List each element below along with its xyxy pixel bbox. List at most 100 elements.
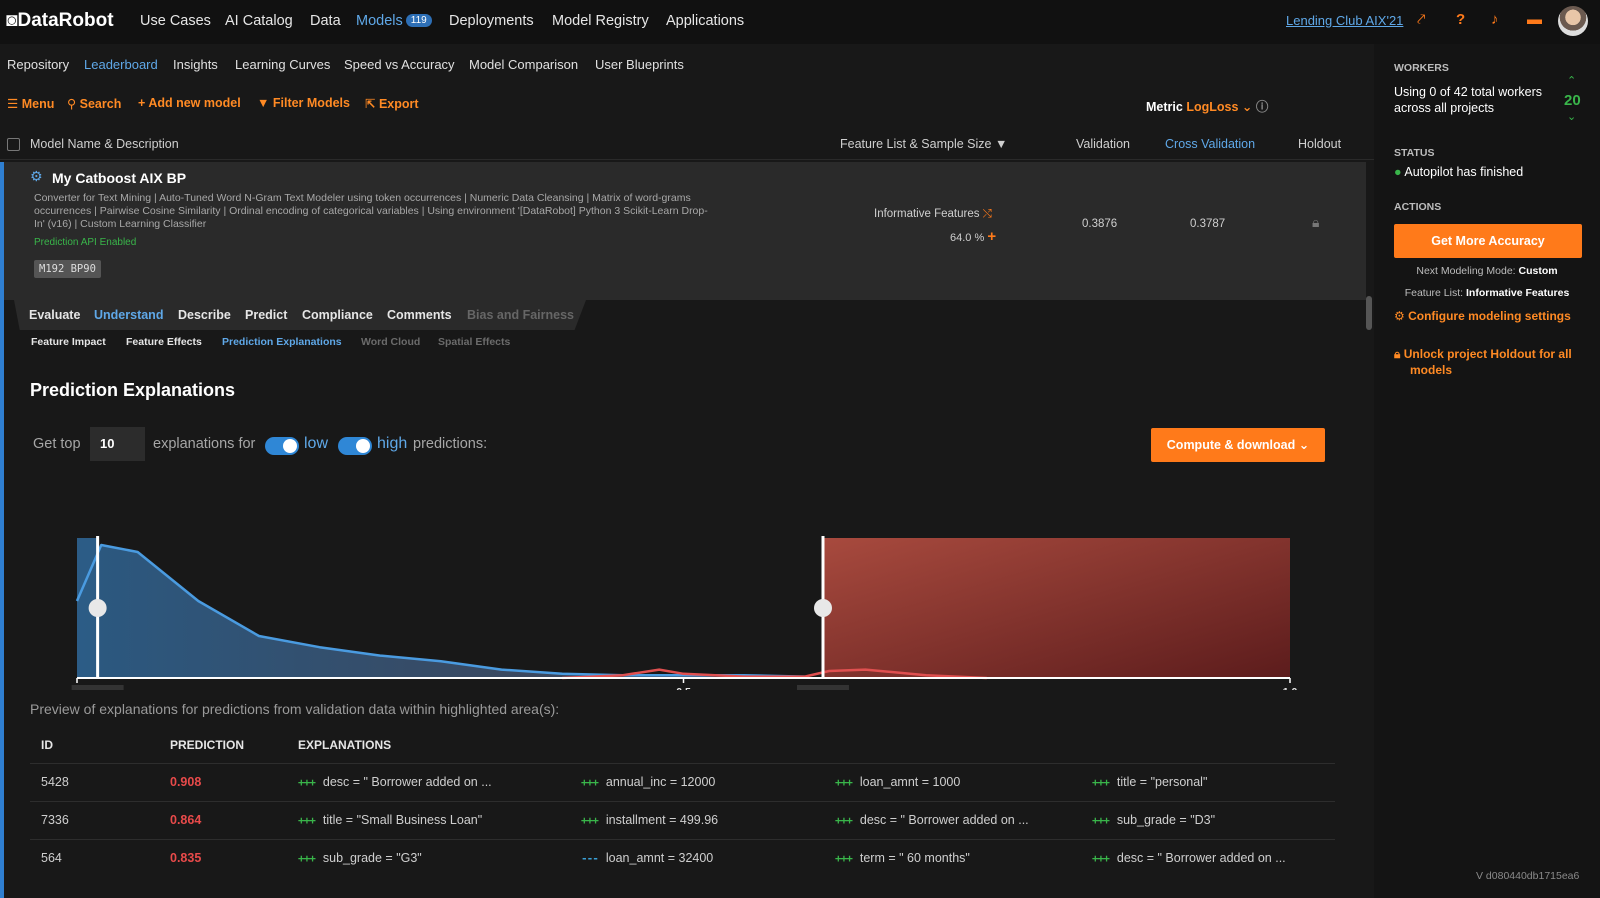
strength-indicator: --- xyxy=(581,852,599,865)
subtab-feature-effects[interactable]: Feature Effects xyxy=(126,336,202,348)
high-toggle[interactable] xyxy=(338,437,372,455)
share-icon[interactable]: ⤤ xyxy=(1417,11,1425,28)
subtab-feature-impact[interactable]: Feature Impact xyxy=(31,336,106,348)
nav-ai-catalog[interactable]: AI Catalog xyxy=(225,13,293,29)
feature-list-name: Informative Features ⤭ xyxy=(874,208,992,220)
explanation-text: loan_amnt = 32400 xyxy=(605,851,714,865)
select-all-checkbox[interactable] xyxy=(7,138,20,151)
subnav-leaderboard[interactable]: Leaderboard xyxy=(84,57,158,72)
get-more-accuracy-button[interactable]: Get More Accuracy xyxy=(1394,224,1582,258)
chevron-down-icon[interactable]: ⌄ xyxy=(1567,110,1576,123)
predictions-label: predictions: xyxy=(413,436,488,452)
menu-button[interactable]: ☰ Menu xyxy=(7,96,54,111)
export-button[interactable]: ⇱ Export xyxy=(365,96,419,111)
help-icon[interactable]: ? xyxy=(1456,11,1465,28)
header-feature-list[interactable]: Feature List & Sample Size ▼ xyxy=(840,137,1007,151)
nav-data[interactable]: Data xyxy=(310,13,341,29)
subnav-user-blueprints[interactable]: User Blueprints xyxy=(595,57,684,72)
top-n-input[interactable]: 10 xyxy=(90,427,145,461)
explanation-text: installment = 499.96 xyxy=(605,813,719,827)
lock-icon[interactable]: 🔒︎ xyxy=(1312,214,1319,231)
subtab-word-cloud[interactable]: Word Cloud xyxy=(361,336,420,348)
table-row[interactable]: 5428 0.908 +++ desc = " Borrower added on .… xyxy=(30,763,1335,801)
subnav-learning-curves[interactable]: Learning Curves xyxy=(235,57,330,72)
subnav-speed-vs-accuracy[interactable]: Speed vs Accuracy xyxy=(344,57,455,72)
menu-icon: ☰ xyxy=(7,97,19,111)
high-label: high xyxy=(377,435,408,452)
header-holdout[interactable]: Holdout xyxy=(1298,137,1341,151)
datarobot-logo[interactable]: ◙DataRobot xyxy=(6,10,114,32)
tab-describe[interactable]: Describe xyxy=(178,308,231,322)
top-navbar: ◙DataRobot Use Cases AI Catalog Data Mod… xyxy=(0,0,1600,44)
subnav-model-comparison[interactable]: Model Comparison xyxy=(469,57,578,72)
tab-evaluate[interactable]: Evaluate xyxy=(29,308,80,322)
low-toggle[interactable] xyxy=(265,437,299,455)
feature-list-icon[interactable]: ⤭ xyxy=(983,208,992,220)
x-tick-label: 0.5 xyxy=(676,686,691,690)
avatar[interactable] xyxy=(1558,6,1588,36)
tab-compliance[interactable]: Compliance xyxy=(302,308,373,322)
nav-model-registry[interactable]: Model Registry xyxy=(552,13,649,29)
nav-use-cases[interactable]: Use Cases xyxy=(140,13,211,29)
info-icon[interactable]: ⓘ xyxy=(1256,100,1269,114)
metric-selector[interactable]: Metric LogLoss ⌄ ⓘ xyxy=(1146,96,1268,115)
scrollbar[interactable] xyxy=(1366,296,1372,330)
models-count-badge: 119 xyxy=(405,14,432,27)
header-validation[interactable]: Validation xyxy=(1076,137,1130,151)
tab-comments[interactable]: Comments xyxy=(387,308,452,322)
high-threshold-handle[interactable] xyxy=(813,599,832,617)
subnav-insights[interactable]: Insights xyxy=(173,57,218,72)
nav-applications[interactable]: Applications xyxy=(666,13,744,29)
explanation-cell: +++ title = "personal" xyxy=(1092,775,1207,789)
subtab-prediction-explanations[interactable]: Prediction Explanations xyxy=(222,336,342,348)
explanation-cell: +++ title = "Small Business Loan" xyxy=(298,813,482,827)
preview-caption: Preview of explanations for predictions … xyxy=(30,701,560,717)
filter-models-button[interactable]: ▼ Filter Models xyxy=(257,96,350,110)
nav-models-label: Models xyxy=(356,13,403,29)
chevron-up-icon[interactable]: ⌃ xyxy=(1567,74,1576,87)
row-prediction: 0.864 xyxy=(170,813,202,827)
search-button[interactable]: ⚲ Search xyxy=(67,96,121,111)
project-name-link[interactable]: Lending Club AIX'21 xyxy=(1286,13,1403,28)
cross-validation-score: 0.3787 xyxy=(1190,218,1226,230)
add-sample-icon[interactable]: + xyxy=(987,228,996,245)
folder-icon[interactable]: ▬ xyxy=(1527,11,1542,28)
nav-deployments[interactable]: Deployments xyxy=(449,13,534,29)
next-modeling-mode: Next Modeling Mode: Custom xyxy=(1416,265,1558,277)
subnav-repository[interactable]: Repository xyxy=(7,57,69,72)
low-threshold-handle[interactable] xyxy=(88,599,107,617)
compute-download-button[interactable]: Compute & download ⌄ xyxy=(1151,428,1325,462)
table-row[interactable]: 7336 0.864 +++ title = "Small Business Loan… xyxy=(30,801,1335,839)
strength-indicator: +++ xyxy=(1092,852,1110,865)
bell-icon[interactable]: ♪ xyxy=(1491,11,1499,28)
validation-score: 0.3876 xyxy=(1082,218,1118,230)
configure-modeling-settings-link[interactable]: ⚙ Configure modeling settings xyxy=(1394,308,1571,324)
chevron-down-icon: ⌄ xyxy=(1298,438,1310,452)
blueprint-icon: ⚙ xyxy=(30,168,43,184)
model-row[interactable]: ⚙ My Catboost AIX BP Converter for Text … xyxy=(0,162,1366,300)
tab-bias-and-fairness[interactable]: Bias and Fairness xyxy=(467,308,574,322)
nav-models[interactable]: Models 119 xyxy=(356,13,432,29)
tab-predict[interactable]: Predict xyxy=(245,308,287,322)
model-id-tag: M192 BP90 xyxy=(34,260,101,278)
subtab-spatial-effects[interactable]: Spatial Effects xyxy=(438,336,510,348)
model-description: Converter for Text Mining | Auto-Tuned W… xyxy=(34,192,708,230)
prediction-distribution-chart: 00.51.00.0170.615Validation Predictions xyxy=(71,536,1297,690)
sample-size: 64.0 % + xyxy=(950,228,997,245)
header-cross-validation[interactable]: Cross Validation xyxy=(1165,137,1255,151)
explanation-text: sub_grade = "G3" xyxy=(322,851,422,865)
header-model-name[interactable]: Model Name & Description xyxy=(30,137,179,151)
row-prediction: 0.835 xyxy=(170,851,202,865)
add-new-model-button[interactable]: + Add new model xyxy=(138,96,241,110)
explanation-text: annual_inc = 12000 xyxy=(605,775,716,789)
model-name[interactable]: My Catboost AIX BP xyxy=(52,170,186,186)
col-header-prediction: PREDICTION xyxy=(170,738,245,752)
unlock-holdout-link[interactable]: 🔒︎ Unlock project Holdout for all models xyxy=(1394,346,1584,378)
status-text: ● Autopilot has finished xyxy=(1394,165,1524,179)
actions-label: ACTIONS xyxy=(1394,201,1442,213)
explanation-cell: +++ sub_grade = "D3" xyxy=(1092,813,1215,827)
tab-understand[interactable]: Understand xyxy=(94,308,163,322)
explanation-text: desc = " Borrower added on ... xyxy=(1116,851,1286,865)
status-label: STATUS xyxy=(1394,147,1435,159)
table-row[interactable]: 564 0.835 +++ sub_grade = "G3" --- loan_amnt … xyxy=(30,839,1335,877)
